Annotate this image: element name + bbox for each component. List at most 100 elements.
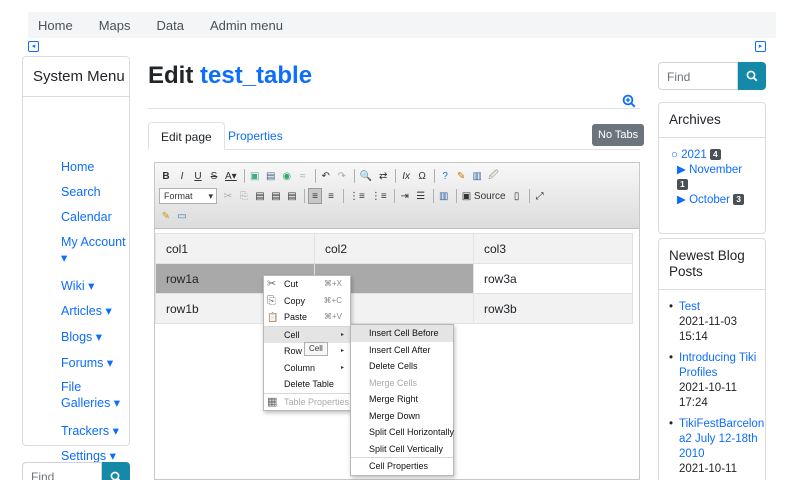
menu-home[interactable]: Home: [61, 159, 131, 175]
source-label: Source: [473, 190, 506, 202]
align-left-icon[interactable]: ≡: [308, 188, 322, 204]
maximize-icon[interactable]: ⤢: [533, 188, 547, 204]
tab-edit-page[interactable]: Edit page: [148, 122, 225, 150]
collapse-right-icon[interactable]: ▸: [755, 41, 766, 52]
bullet-list-icon[interactable]: ⋮≡: [369, 188, 389, 204]
show-blocks-icon[interactable]: ▯: [510, 188, 524, 204]
save-icon[interactable]: ▤: [264, 168, 278, 184]
cell-properties[interactable]: Cell Properties: [351, 458, 453, 475]
table-cell[interactable]: col2: [314, 233, 474, 264]
paste-icon[interactable]: ▤: [253, 188, 267, 204]
table-cell[interactable]: col3: [473, 233, 633, 264]
menu-forums[interactable]: Forums ▾: [61, 355, 131, 371]
redo-icon[interactable]: ↷: [335, 168, 349, 184]
menu-articles[interactable]: Articles ▾: [61, 303, 131, 319]
edit-icon[interactable]: 🖉: [486, 168, 501, 184]
nav-data[interactable]: Data: [156, 18, 183, 33]
left-search-input[interactable]: Find: [22, 462, 102, 480]
source-button[interactable]: ▣ Source: [460, 188, 508, 204]
insert-cell-after[interactable]: Insert Cell After: [351, 342, 453, 359]
no-tabs-button[interactable]: No Tabs: [592, 124, 645, 146]
screen-icon[interactable]: ▭: [175, 208, 189, 224]
strike-button[interactable]: S: [207, 168, 221, 184]
unlink-icon[interactable]: ≈: [296, 168, 310, 184]
bold-button[interactable]: B: [159, 168, 173, 184]
merge-down[interactable]: Merge Down: [351, 408, 453, 425]
table-cell[interactable]: row3b: [473, 293, 633, 324]
blog-post-title[interactable]: Test: [679, 300, 765, 315]
insert-cell-before[interactable]: Insert Cell Before: [351, 325, 453, 342]
format-dropdown[interactable]: Format ▾: [159, 188, 217, 204]
page-title-name[interactable]: test_table: [200, 62, 312, 89]
italic-button[interactable]: I: [175, 168, 189, 184]
ctx-delete-table[interactable]: Delete Table: [264, 376, 350, 393]
numbered-list-icon[interactable]: ⋮≡: [347, 188, 367, 204]
zoom-in-icon[interactable]: [622, 94, 636, 108]
help-icon[interactable]: ?: [438, 168, 452, 184]
horizontal-rule-icon[interactable]: ☰: [414, 188, 428, 204]
cut-icon[interactable]: ✂: [221, 188, 235, 204]
blog-post-title[interactable]: TikiFestBarcelona2 July 12-18th 2010: [679, 417, 765, 462]
toolbar-separator: [314, 169, 316, 183]
plugin-icon[interactable]: ✎: [454, 168, 468, 184]
merge-right[interactable]: Merge Right: [351, 391, 453, 408]
ctx-column[interactable]: Column ▸: [264, 360, 350, 377]
table-row: col1 col2 col3: [155, 233, 633, 264]
replace-icon[interactable]: ⇄: [376, 168, 390, 184]
page-break-icon[interactable]: ▥: [437, 188, 451, 204]
paste-word-icon[interactable]: ▤: [285, 188, 299, 204]
menu-trackers[interactable]: Trackers ▾: [61, 423, 131, 439]
merge-cells[interactable]: Merge Cells: [351, 375, 453, 392]
table-grid-icon: ▦: [267, 395, 278, 408]
undo-icon[interactable]: ↶: [319, 168, 333, 184]
image-icon[interactable]: ▣: [248, 168, 262, 184]
menu-blogs[interactable]: Blogs ▾: [61, 329, 131, 345]
table-cell[interactable]: col1: [155, 233, 315, 264]
archive-month-count-line: 1: [671, 178, 765, 193]
format-label: Format: [164, 191, 193, 201]
toolbar-row-1: B I U S A▾ ▣ ▤ ◉ ≈ ↶ ↷ 🔍 ⇄ Ix Ω ? ✎ ▥ 🖉: [159, 167, 503, 185]
archive-year[interactable]: ○ 2021 4: [671, 148, 765, 163]
right-search-input[interactable]: Find: [658, 62, 738, 90]
ctx-table-properties[interactable]: ▦ Table Properties: [264, 394, 350, 411]
nav-admin-menu[interactable]: Admin menu: [210, 18, 283, 33]
right-search-button[interactable]: [738, 62, 766, 90]
left-search-button[interactable]: [102, 462, 130, 480]
triangle-right-icon: ▶: [677, 194, 686, 206]
remove-format-icon[interactable]: Ix: [399, 168, 413, 184]
archive-month[interactable]: ▶ October 3: [671, 193, 765, 208]
ctx-cell[interactable]: Cell ▸: [264, 326, 350, 343]
collapse-left-icon[interactable]: ◂: [28, 41, 39, 52]
archive-month[interactable]: ▶ November: [671, 163, 765, 178]
text-color-button[interactable]: A▾: [223, 168, 239, 184]
menu-my-account[interactable]: My Account ▾: [61, 234, 131, 266]
menu-wiki[interactable]: Wiki ▾: [61, 278, 131, 294]
menu-search[interactable]: Search: [61, 184, 131, 200]
pencil-icon[interactable]: ✎: [159, 208, 173, 224]
blog-post-title[interactable]: Introducing Tiki Profiles: [679, 351, 765, 381]
tab-properties[interactable]: Properties: [216, 122, 295, 150]
table-icon[interactable]: ▥: [470, 168, 484, 184]
find-icon[interactable]: 🔍: [358, 168, 374, 184]
delete-cells[interactable]: Delete Cells: [351, 358, 453, 375]
paste-text-icon[interactable]: ▤: [269, 188, 283, 204]
nav-maps[interactable]: Maps: [99, 18, 131, 33]
underline-button[interactable]: U: [191, 168, 205, 184]
menu-file-galleries[interactable]: File Galleries ▾: [61, 379, 131, 411]
split-cell-vertically[interactable]: Split Cell Vertically: [351, 441, 453, 458]
globe-icon[interactable]: ◉: [280, 168, 294, 184]
ctx-table-properties-label: Table Properties: [284, 396, 350, 407]
toolbar-row-3: ✎ ▭: [159, 207, 191, 225]
special-char-icon[interactable]: Ω: [415, 168, 429, 184]
indent-icon[interactable]: ⇥: [398, 188, 412, 204]
ctx-copy[interactable]: ⎘ Copy ⌘+C: [264, 293, 350, 310]
nav-home[interactable]: Home: [38, 18, 73, 33]
ctx-cut[interactable]: ✂ Cut ⌘+X: [264, 276, 350, 293]
list-item: Test 2021-11-03 15:14: [669, 300, 765, 345]
ctx-paste[interactable]: 📋 Paste ⌘+V: [264, 309, 350, 326]
table-cell[interactable]: row3a: [473, 263, 633, 294]
menu-calendar[interactable]: Calendar: [61, 209, 131, 225]
copy-icon[interactable]: ⎘: [237, 188, 251, 204]
align-center-icon[interactable]: ≡: [324, 188, 338, 204]
split-cell-horizontally[interactable]: Split Cell Horizontally: [351, 424, 454, 441]
